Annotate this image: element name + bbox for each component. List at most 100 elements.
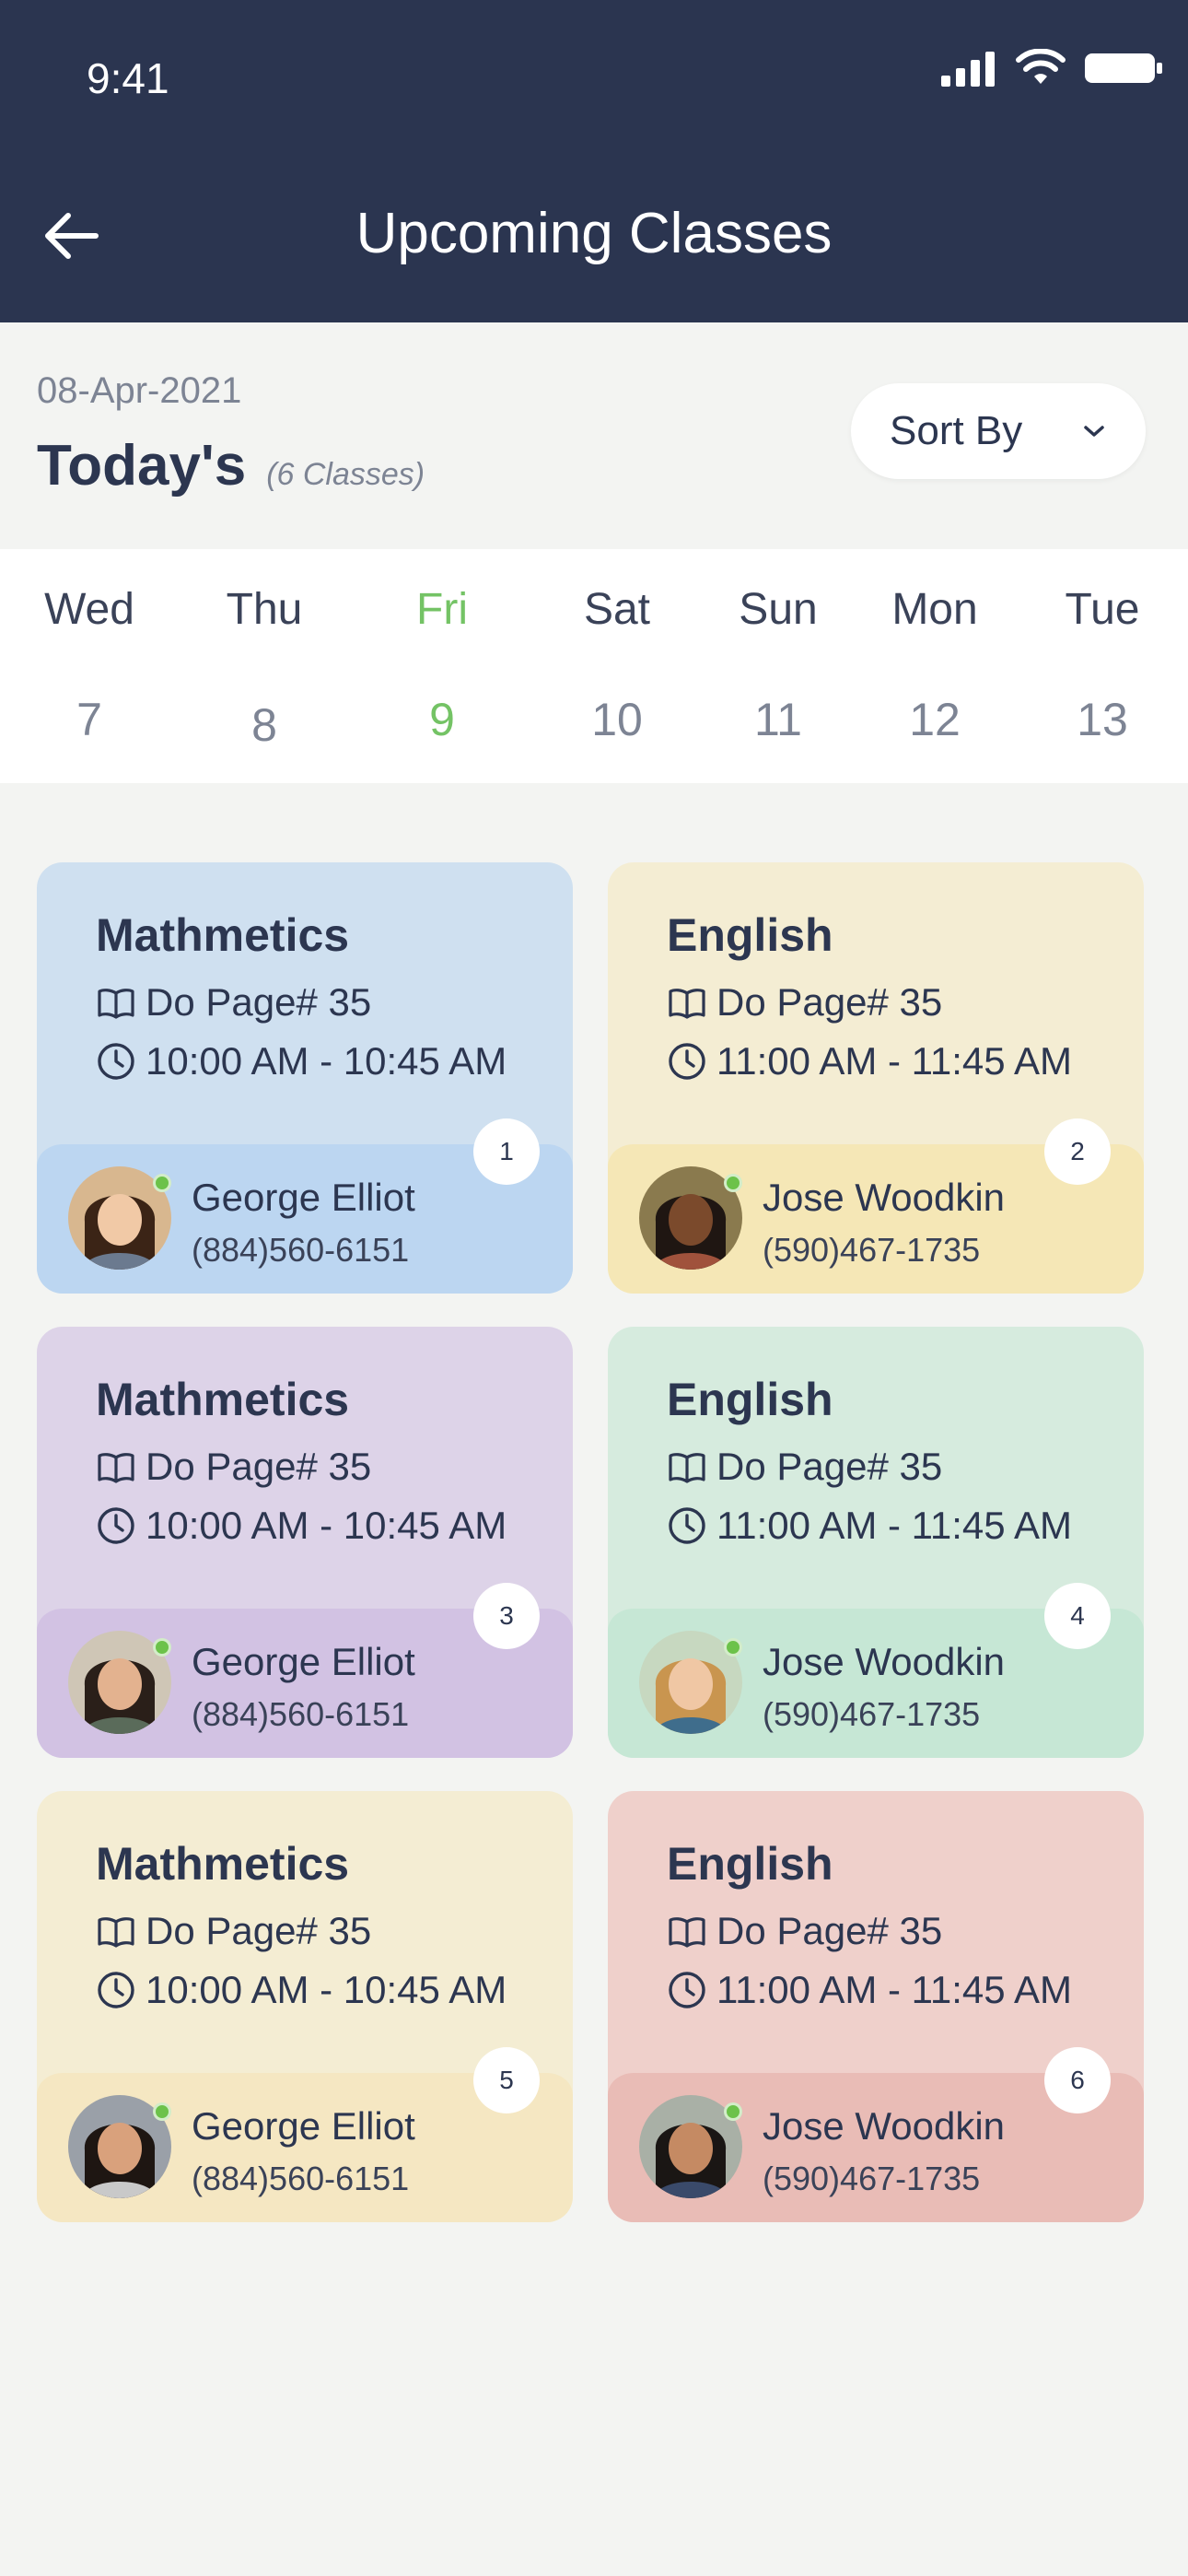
class-number-badge: 6	[1044, 2047, 1111, 2113]
class-task-text: Do Page# 35	[146, 1445, 372, 1488]
clock-icon	[669, 1507, 705, 1544]
book-icon	[669, 1453, 705, 1483]
book-icon	[669, 989, 705, 1019]
teacher-phone: (590)467-1735	[763, 2160, 981, 2197]
day-wed[interactable]: Wed 7	[16, 549, 163, 783]
class-time: 10:00 AM - 10:45 AM	[96, 1039, 507, 1083]
class-subject: English	[667, 909, 833, 961]
class-time-text: 11:00 AM - 11:45 AM	[716, 1039, 1072, 1083]
day-name: Tue	[1065, 585, 1140, 634]
day-fri[interactable]: Fri 9	[368, 549, 516, 783]
class-task-text: Do Page# 35	[716, 1445, 943, 1488]
teacher-phone: (884)560-6151	[192, 2160, 410, 2197]
day-number: 9	[429, 694, 455, 745]
clock-icon	[669, 1972, 705, 2008]
day-name: Thu	[226, 585, 303, 634]
class-subject: English	[667, 1374, 833, 1425]
online-status-dot	[724, 1174, 742, 1192]
day-thu[interactable]: Thu 8	[191, 549, 338, 783]
class-time: 10:00 AM - 10:45 AM	[96, 1504, 507, 1548]
class-time: 11:00 AM - 11:45 AM	[667, 1039, 1072, 1083]
class-time-text: 10:00 AM - 10:45 AM	[146, 1504, 507, 1547]
online-status-dot	[724, 1638, 742, 1657]
teacher-name: George Elliot	[192, 1640, 415, 1683]
class-number-badge: 5	[473, 2047, 540, 2113]
day-number: 8	[251, 699, 277, 751]
class-card-1[interactable]: Mathmetics Do Page# 35 10:00 AM - 10:45 …	[37, 862, 573, 1294]
day-sun[interactable]: Sun 11	[705, 549, 852, 783]
day-name: Mon	[891, 585, 978, 634]
class-task-text: Do Page# 35	[146, 1909, 372, 1952]
signal-icon	[941, 52, 995, 87]
app-header: 9:41 Upcoming Classes	[0, 0, 1188, 322]
class-number-badge: 1	[473, 1118, 540, 1185]
day-sat[interactable]: Sat 10	[543, 549, 691, 783]
class-number-badge: 3	[473, 1583, 540, 1649]
clock-icon	[98, 1043, 134, 1080]
day-number: 11	[754, 694, 802, 745]
teacher-phone: (884)560-6151	[192, 1695, 410, 1733]
class-count: (6 Classes)	[266, 457, 425, 492]
teacher-name: George Elliot	[192, 2104, 415, 2148]
class-subject: Mathmetics	[96, 1838, 350, 1890]
sort-by-dropdown[interactable]: Sort By	[851, 383, 1146, 479]
class-task: Do Page# 35	[667, 1909, 942, 1953]
today-heading: Today's (6 Classes)	[37, 433, 425, 498]
class-time: 11:00 AM - 11:45 AM	[667, 1504, 1072, 1548]
book-icon	[98, 1453, 134, 1483]
class-task-text: Do Page# 35	[716, 1909, 943, 1952]
class-time-text: 11:00 AM - 11:45 AM	[716, 1968, 1072, 2011]
teacher-name: Jose Woodkin	[763, 2104, 1006, 2148]
class-card-5[interactable]: Mathmetics Do Page# 35 10:00 AM - 10:45 …	[37, 1791, 573, 2222]
day-number: 7	[76, 694, 102, 745]
class-time-text: 10:00 AM - 10:45 AM	[146, 1968, 507, 2011]
day-number: 10	[591, 694, 643, 745]
class-time: 11:00 AM - 11:45 AM	[667, 1968, 1072, 2012]
online-status-dot	[153, 1638, 171, 1657]
teacher-phone: (590)467-1735	[763, 1231, 981, 1269]
sort-label: Sort By	[890, 408, 1023, 453]
day-name: Sun	[739, 585, 818, 634]
class-card-3[interactable]: Mathmetics Do Page# 35 10:00 AM - 10:45 …	[37, 1327, 573, 1758]
class-subject: Mathmetics	[96, 909, 350, 961]
current-date: 08-Apr-2021	[37, 370, 242, 411]
class-task: Do Page# 35	[96, 1445, 371, 1489]
online-status-dot	[724, 2102, 742, 2121]
class-subject: English	[667, 1838, 833, 1890]
page-title: Upcoming Classes	[355, 202, 833, 265]
today-title: Today's	[37, 434, 247, 498]
teacher-phone: (884)560-6151	[192, 1231, 410, 1269]
status-time: 9:41	[87, 54, 169, 102]
day-name: Sat	[583, 585, 651, 634]
class-number-badge: 2	[1044, 1118, 1111, 1185]
clock-icon	[669, 1043, 705, 1080]
battery-icon	[1085, 53, 1162, 83]
class-card-2[interactable]: English Do Page# 35 11:00 AM - 11:45 AM …	[608, 862, 1144, 1294]
day-name: Fri	[416, 585, 468, 634]
class-card-6[interactable]: English Do Page# 35 11:00 AM - 11:45 AM …	[608, 1791, 1144, 2222]
wifi-icon	[1016, 49, 1066, 84]
class-time-text: 10:00 AM - 10:45 AM	[146, 1039, 507, 1083]
day-name: Wed	[44, 585, 134, 634]
day-tue[interactable]: Tue 13	[1029, 549, 1176, 783]
online-status-dot	[153, 2102, 171, 2121]
book-icon	[669, 1917, 705, 1948]
teacher-name: Jose Woodkin	[763, 1176, 1006, 1219]
class-task: Do Page# 35	[96, 980, 371, 1025]
class-number-badge: 4	[1044, 1583, 1111, 1649]
teacher-phone: (590)467-1735	[763, 1695, 981, 1733]
day-mon[interactable]: Mon 12	[861, 549, 1008, 783]
online-status-dot	[153, 1174, 171, 1192]
class-card-4[interactable]: English Do Page# 35 11:00 AM - 11:45 AM …	[608, 1327, 1144, 1758]
chevron-down-icon	[1084, 426, 1104, 437]
teacher-name: George Elliot	[192, 1176, 415, 1219]
class-time: 10:00 AM - 10:45 AM	[96, 1968, 507, 2012]
teacher-name: Jose Woodkin	[763, 1640, 1006, 1683]
book-icon	[98, 989, 134, 1019]
class-task: Do Page# 35	[667, 980, 942, 1025]
week-strip: Wed 7 Thu 8 Fri 9 Sat 10 Sun 11 Mon 12 T…	[0, 549, 1188, 783]
book-icon	[98, 1917, 134, 1948]
clock-icon	[98, 1972, 134, 2008]
class-time-text: 11:00 AM - 11:45 AM	[716, 1504, 1072, 1547]
class-task: Do Page# 35	[96, 1909, 371, 1953]
